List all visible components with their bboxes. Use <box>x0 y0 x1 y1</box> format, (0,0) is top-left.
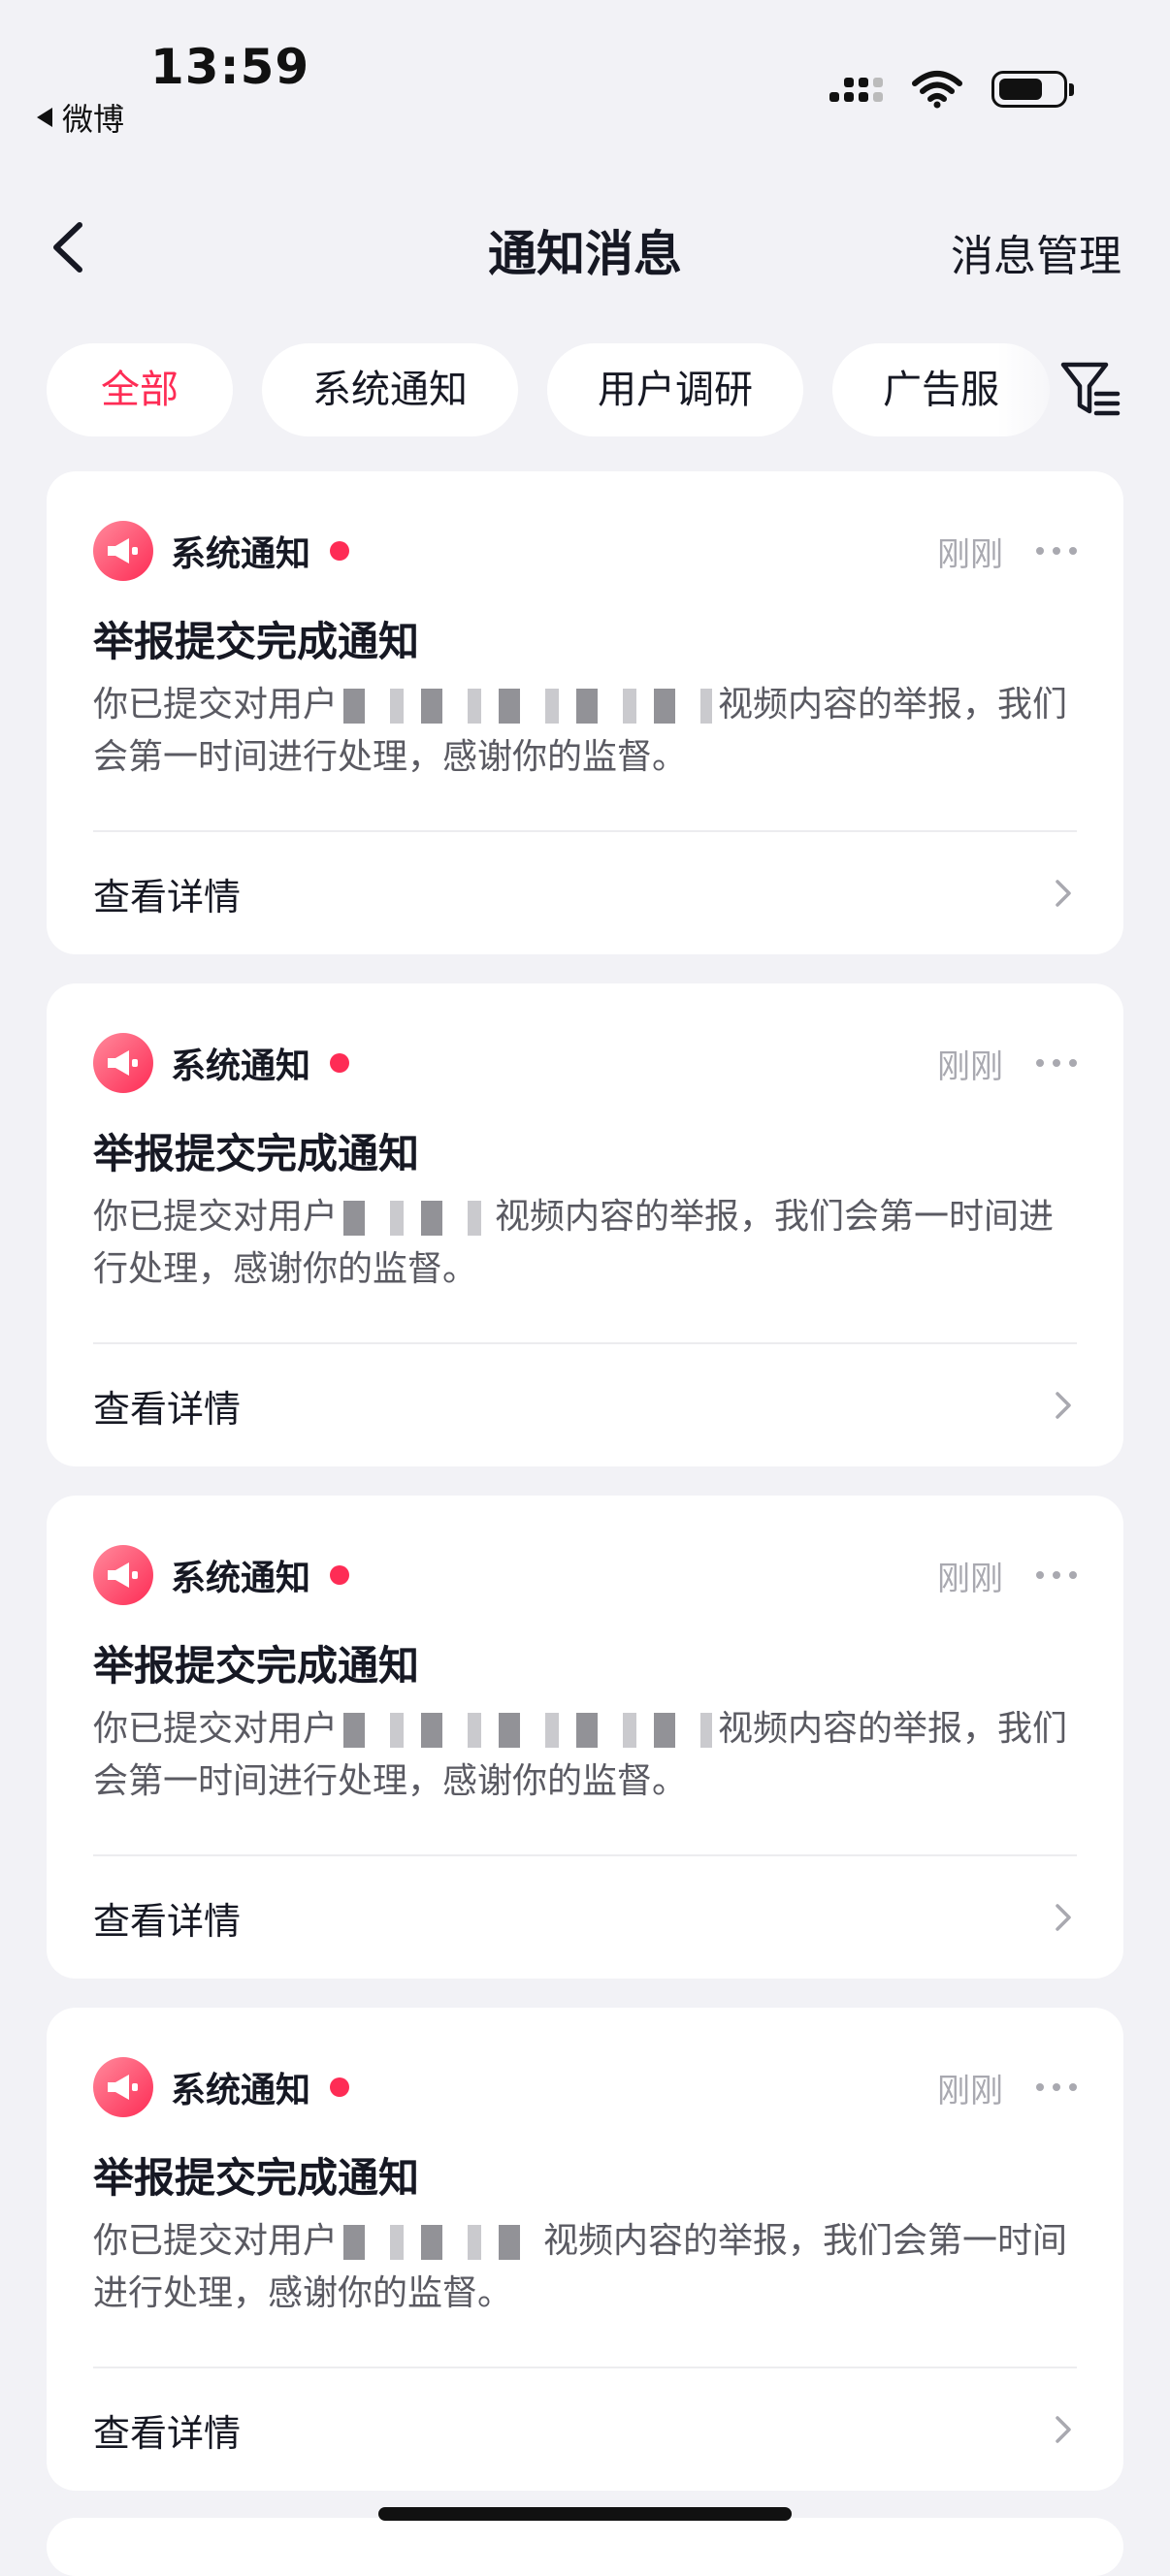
back-to-app-button[interactable]: 微博 <box>37 95 124 140</box>
body-prefix: 你已提交对用户 <box>93 685 339 724</box>
back-chevron-icon[interactable] <box>41 213 99 281</box>
view-details-row[interactable]: 查看详情 <box>93 1371 1077 1439</box>
view-details-label: 查看详情 <box>93 1899 242 1943</box>
notification-card[interactable]: 系统通知 刚刚 举报提交完成通知 你已提交对用户 视频内容的举报，我们会第一时间进… <box>47 2008 1123 2491</box>
source-name: 系统通知 <box>171 534 311 574</box>
category-tabs: 全部 系统通知 用户调研 广告服 <box>47 343 1075 436</box>
notification-body: 你已提交对用户 视频内容的举报，我们会第一时间进行处理，感谢你的监督。 <box>93 1703 1073 1808</box>
notification-card[interactable]: 系统通知 刚刚 举报提交完成通知 你已提交对用户 视频内容的举报，我们会第一时间进… <box>47 983 1123 1466</box>
status-icons <box>829 70 1074 109</box>
more-options-icon[interactable] <box>1036 547 1077 555</box>
cellular-signal-icon <box>829 77 883 102</box>
back-triangle-icon <box>37 108 52 127</box>
notification-title: 举报提交完成通知 <box>93 2154 420 2202</box>
card-header: 系统通知 刚刚 <box>93 1544 1077 1606</box>
more-options-icon[interactable] <box>1036 1059 1077 1067</box>
megaphone-icon <box>93 1033 153 1093</box>
notification-time: 刚刚 <box>937 534 1003 574</box>
notification-card-partial[interactable] <box>47 2518 1123 2576</box>
view-details-label: 查看详情 <box>93 2411 242 2455</box>
card-header: 系统通知 刚刚 <box>93 1032 1077 1094</box>
more-options-icon[interactable] <box>1036 2083 1077 2091</box>
wifi-icon <box>912 71 962 109</box>
back-app-label: 微博 <box>62 101 125 138</box>
notification-body: 你已提交对用户 视频内容的举报，我们会第一时间进行处理，感谢你的监督。 <box>93 2215 1073 2320</box>
unread-dot <box>330 1565 350 1585</box>
status-bar: 13:59 微博 <box>0 0 1170 145</box>
tab-system-notice[interactable]: 系统通知 <box>262 343 518 436</box>
megaphone-icon <box>93 2057 153 2117</box>
redacted-username <box>343 2225 538 2260</box>
source-name: 系统通知 <box>171 1559 311 1598</box>
notification-title: 举报提交完成通知 <box>93 618 420 665</box>
body-prefix: 你已提交对用户 <box>93 2221 339 2261</box>
view-details-label: 查看详情 <box>93 875 242 918</box>
notification-time: 刚刚 <box>937 1559 1003 1598</box>
divider <box>93 830 1077 832</box>
chevron-right-icon <box>1056 1392 1071 1419</box>
divider <box>93 1342 1077 1344</box>
view-details-row[interactable]: 查看详情 <box>93 859 1077 927</box>
notification-card[interactable]: 系统通知 刚刚 举报提交完成通知 你已提交对用户 视频内容的举报，我们会第一时间进… <box>47 1496 1123 1979</box>
unread-dot <box>330 2077 350 2097</box>
tab-user-survey[interactable]: 用户调研 <box>547 343 803 436</box>
unread-dot <box>330 541 350 561</box>
home-indicator[interactable] <box>378 2507 792 2521</box>
card-header: 系统通知 刚刚 <box>93 2056 1077 2118</box>
notification-body: 你已提交对用户 视频内容的举报，我们会第一时间进行处理，感谢你的监督。 <box>93 679 1073 784</box>
view-details-row[interactable]: 查看详情 <box>93 2396 1077 2463</box>
battery-icon <box>991 71 1074 108</box>
tab-all[interactable]: 全部 <box>47 343 233 436</box>
chevron-right-icon <box>1056 880 1071 907</box>
message-management-button[interactable]: 消息管理 <box>951 221 1121 283</box>
view-details-label: 查看详情 <box>93 1387 242 1431</box>
view-details-row[interactable]: 查看详情 <box>93 1884 1077 1951</box>
divider <box>93 2367 1077 2368</box>
notification-card[interactable]: 系统通知 刚刚 举报提交完成通知 你已提交对用户 视频内容的举报，我们会第一时间进… <box>47 471 1123 954</box>
source-name: 系统通知 <box>171 1046 311 1086</box>
notification-list: 系统通知 刚刚 举报提交完成通知 你已提交对用户 视频内容的举报，我们会第一时间进… <box>47 471 1123 2520</box>
body-prefix: 你已提交对用户 <box>93 1709 339 1749</box>
notification-body: 你已提交对用户 视频内容的举报，我们会第一时间进行处理，感谢你的监督。 <box>93 1191 1073 1296</box>
unread-dot <box>330 1053 350 1073</box>
source-name: 系统通知 <box>171 2071 311 2110</box>
notification-time: 刚刚 <box>937 2071 1003 2110</box>
nav-bar: 通知消息 消息管理 <box>0 194 1170 301</box>
body-prefix: 你已提交对用户 <box>93 1197 339 1237</box>
notification-time: 刚刚 <box>937 1046 1003 1086</box>
redacted-username <box>343 689 713 724</box>
status-time: 13:59 <box>150 39 310 95</box>
filter-icon[interactable] <box>1057 355 1125 423</box>
chevron-right-icon <box>1056 1904 1071 1931</box>
card-header: 系统通知 刚刚 <box>93 520 1077 582</box>
megaphone-icon <box>93 1545 153 1605</box>
notification-title: 举报提交完成通知 <box>93 1130 420 1177</box>
more-options-icon[interactable] <box>1036 1571 1077 1579</box>
redacted-username <box>343 1713 713 1748</box>
redacted-username <box>343 1201 490 1236</box>
notification-title: 举报提交完成通知 <box>93 1642 420 1690</box>
chevron-right-icon <box>1056 2416 1071 2443</box>
divider <box>93 1854 1077 1856</box>
megaphone-icon <box>93 521 153 581</box>
